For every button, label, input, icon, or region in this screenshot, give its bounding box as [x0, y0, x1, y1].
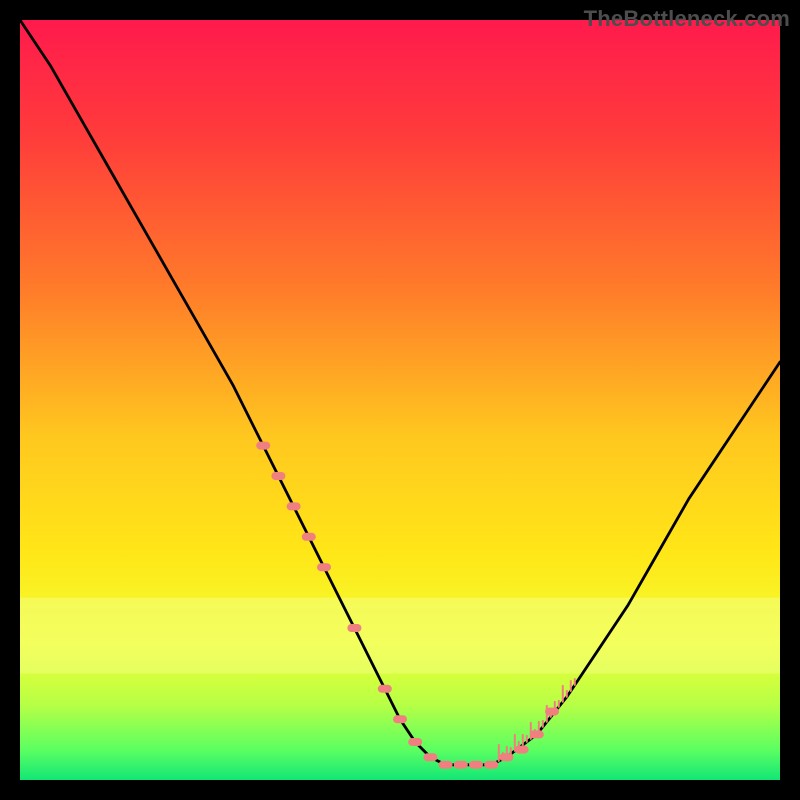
plot-area — [20, 20, 780, 780]
chart-svg — [20, 20, 780, 780]
chart-container: TheBottleneck.com — [0, 0, 800, 800]
overlay-band — [20, 598, 780, 674]
watermark-text: TheBottleneck.com — [584, 6, 790, 32]
